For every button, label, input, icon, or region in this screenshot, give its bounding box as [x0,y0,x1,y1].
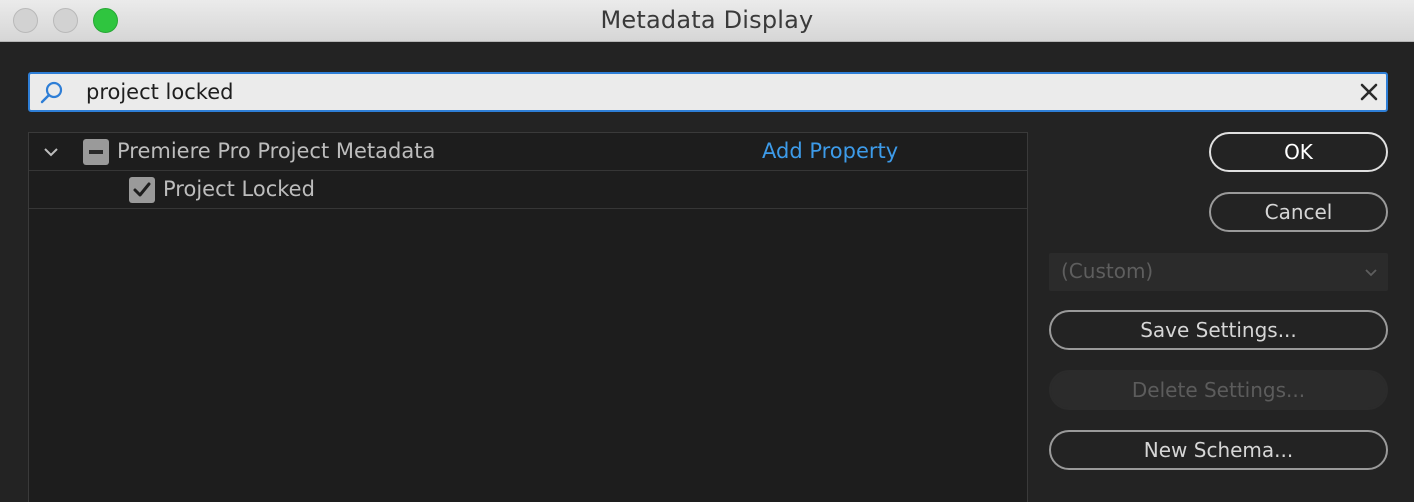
group-partial-checkbox[interactable] [83,139,109,165]
clear-search-icon[interactable] [1358,81,1380,103]
search-icon [39,80,65,106]
cancel-button[interactable]: Cancel [1209,192,1388,232]
window-title: Metadata Display [600,6,814,34]
tree-item-row: Project Locked [29,171,1027,209]
ok-button[interactable]: OK [1209,132,1388,172]
preset-selected-value: (Custom) [1061,259,1154,283]
tree-item-label: Project Locked [163,177,315,201]
chevron-down-icon [1364,265,1378,279]
search-input[interactable] [86,74,1346,110]
new-schema-button[interactable]: New Schema... [1049,430,1388,470]
tree-group-row: Premiere Pro Project Metadata Add Proper… [29,133,1027,171]
group-label: Premiere Pro Project Metadata [117,139,436,163]
title-bar: Metadata Display [0,0,1414,42]
save-settings-button[interactable]: Save Settings... [1049,310,1388,350]
search-field[interactable] [28,72,1388,112]
add-property-link[interactable]: Add Property [762,139,898,163]
metadata-tree: Premiere Pro Project Metadata Add Proper… [28,132,1028,502]
delete-settings-button: Delete Settings... [1049,370,1388,410]
chevron-down-icon[interactable] [43,144,59,160]
preset-dropdown[interactable]: (Custom) [1049,253,1388,291]
project-locked-checkbox[interactable] [129,177,155,203]
checkmark-icon [133,182,151,197]
